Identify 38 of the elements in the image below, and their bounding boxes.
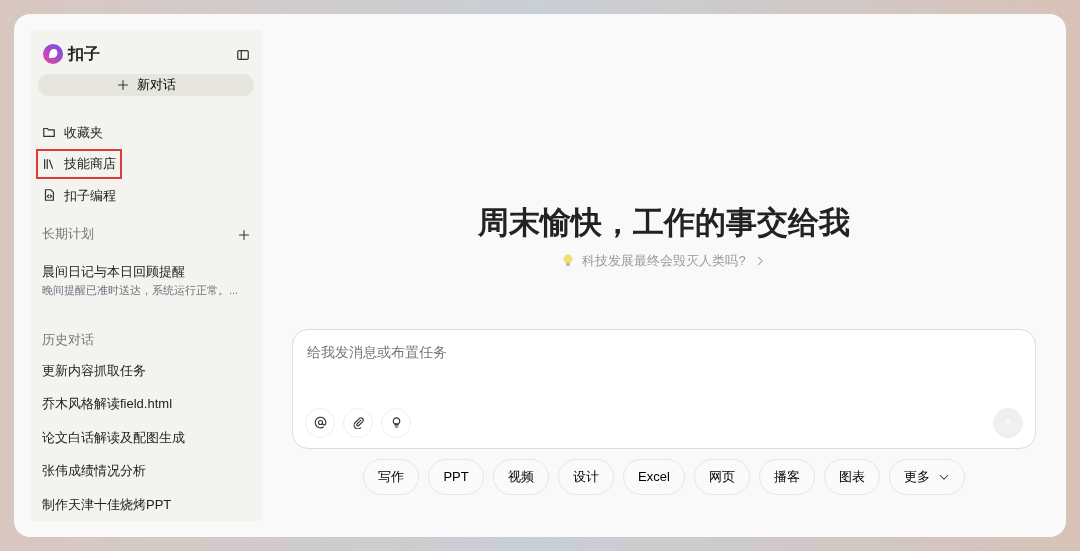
chip-button[interactable]: 网页 — [693, 458, 750, 495]
history-item[interactable]: 张伟成绩情况分析 — [38, 454, 254, 488]
lightbulb-icon — [562, 253, 575, 268]
chip-button[interactable]: 更多 — [888, 458, 965, 495]
new-chat-button[interactable]: 新对话 — [38, 74, 254, 96]
mention-button[interactable] — [305, 407, 335, 438]
history-item[interactable]: 制作天津十佳烧烤PPT — [38, 487, 254, 521]
chip-button[interactable]: 设计 — [558, 458, 615, 495]
attach-button[interactable] — [343, 407, 373, 438]
books-icon — [42, 156, 56, 171]
history-item[interactable]: 乔木风格解读field.html — [38, 387, 254, 421]
logo-icon — [42, 43, 64, 65]
at-icon — [313, 416, 327, 430]
paperclip-icon — [351, 416, 365, 430]
plus-icon — [238, 228, 250, 241]
chip-button[interactable]: 播客 — [758, 458, 815, 495]
app-name: 扣子 — [68, 44, 100, 64]
folder-icon — [42, 125, 56, 140]
chip-button[interactable]: Excel — [623, 458, 685, 495]
plan-title[interactable]: 晨间日记与本日回顾提醒 — [42, 262, 250, 282]
sidebar-toggle-icon — [236, 47, 250, 62]
plan-subtitle: 晚间提醒已准时送达，系统运行正常。... — [42, 282, 240, 298]
idea-button[interactable] — [381, 407, 411, 438]
sidebar-item[interactable]: 技能商店 — [38, 151, 120, 177]
chip-button[interactable]: 视频 — [493, 458, 550, 495]
chip-button[interactable]: PPT — [428, 458, 485, 495]
sidebar-item[interactable]: 扣子编程 — [38, 182, 120, 208]
section-heading: 长期计划 — [42, 225, 94, 244]
section-heading: 历史对话 — [41, 331, 95, 349]
message-box[interactable]: 给我发消息或布置任务 — [292, 328, 1036, 449]
sidebar-item[interactable]: 收藏夹 — [38, 119, 107, 145]
chip-button[interactable]: 写作 — [363, 458, 420, 495]
history-item[interactable]: 更新内容抓取任务 — [38, 353, 254, 387]
history-item[interactable]: 论文白话解读及配图生成 — [38, 420, 254, 454]
plus-icon — [116, 78, 129, 91]
headline: 周末愉快，工作的事交给我 — [477, 204, 851, 242]
chip-button[interactable]: 图表 — [823, 458, 880, 495]
code-file-icon — [42, 188, 56, 203]
